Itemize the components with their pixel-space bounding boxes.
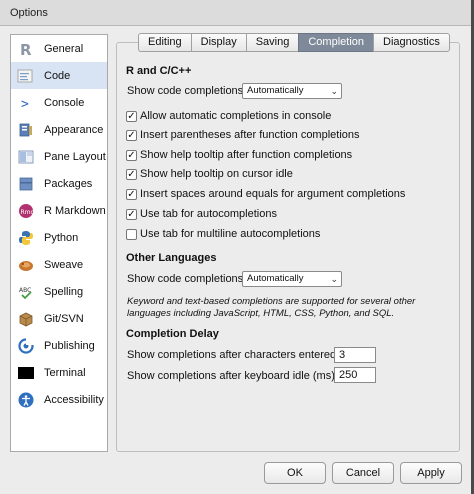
tab-completion[interactable]: Completion: [298, 33, 373, 52]
cancel-button[interactable]: Cancel: [332, 462, 394, 484]
sidebar-item-label: Publishing: [44, 339, 95, 352]
option-insert-parentheses[interactable]: ✓ Insert parentheses after function comp…: [126, 128, 360, 142]
tab-display[interactable]: Display: [190, 33, 246, 52]
tab-editing[interactable]: Editing: [138, 33, 191, 52]
sidebar-item-publishing[interactable]: Publishing: [11, 332, 107, 359]
checkbox-label: Use tab for multiline autocompletions: [140, 228, 321, 240]
keyboard-idle-label: Show completions after keyboard idle (ms…: [127, 370, 338, 382]
svg-text:Rmd: Rmd: [21, 209, 35, 216]
sidebar-item-label: Terminal: [44, 366, 86, 379]
sidebar-item-general[interactable]: R General: [11, 35, 107, 62]
chevron-down-icon: ⌄: [330, 274, 338, 284]
other-show-completions-label: Show code completions:: [127, 273, 247, 285]
spelling-icon: ABC: [17, 283, 35, 301]
svg-text:R: R: [20, 41, 32, 57]
r-logo-icon: R: [17, 40, 35, 58]
sidebar-item-accessibility[interactable]: Accessibility: [11, 386, 107, 413]
sidebar-item-pane-layout[interactable]: Pane Layout: [11, 143, 107, 170]
checkbox-label: Show help tooltip on cursor idle: [140, 168, 293, 180]
pane-layout-icon: [17, 148, 35, 166]
ok-button[interactable]: OK: [264, 462, 326, 484]
sidebar-item-label: Appearance: [44, 123, 104, 136]
svg-text:>: >: [21, 97, 29, 111]
checkbox-label: Use tab for autocompletions: [140, 208, 277, 220]
checkbox-label: Insert parentheses after function comple…: [140, 129, 360, 141]
sidebar-item-appearance[interactable]: Appearance: [11, 116, 107, 143]
sidebar-item-label: Packages: [44, 177, 93, 190]
option-tab-autocompletions[interactable]: ✓ Use tab for autocompletions: [126, 207, 277, 221]
options-window: Options R General Code > Console Appeara…: [0, 0, 472, 494]
option-allow-console-completions[interactable]: ✓ Allow automatic completions in console: [126, 109, 331, 123]
accessibility-icon: [17, 391, 35, 409]
option-help-tooltip-after-function[interactable]: ✓ Show help tooltip after function compl…: [126, 148, 352, 162]
apply-button[interactable]: Apply: [400, 462, 462, 484]
completion-panel: [116, 42, 460, 452]
option-tab-multiline[interactable]: Use tab for multiline autocompletions: [126, 227, 320, 241]
checkbox[interactable]: ✓: [126, 110, 137, 122]
checkbox-label: Show help tooltip after function complet…: [140, 149, 353, 161]
code-icon: [17, 67, 35, 85]
sidebar-item-label: Pane Layout: [44, 150, 106, 163]
checkbox[interactable]: ✓: [126, 129, 137, 141]
sidebar-item-python[interactable]: Python: [11, 224, 107, 251]
other-languages-note: Keyword and text-based completions are s…: [127, 296, 416, 319]
checkbox[interactable]: ✓: [126, 149, 137, 161]
other-languages-heading: Other Languages: [126, 252, 217, 264]
r-show-completions-label: Show code completions:: [127, 85, 247, 97]
r-show-completions-select[interactable]: Automatically ⌄: [242, 83, 342, 99]
appearance-icon: [17, 121, 35, 139]
sidebar-item-r-markdown[interactable]: Rmd R Markdown: [11, 197, 107, 224]
chars-entered-input[interactable]: 3: [334, 347, 376, 363]
option-spaces-around-equals[interactable]: ✓ Insert spaces around equals for argume…: [126, 187, 405, 201]
chevron-down-icon: ⌄: [330, 86, 338, 96]
completion-delay-heading: Completion Delay: [126, 328, 219, 340]
checkbox[interactable]: [126, 228, 137, 240]
sidebar-item-packages[interactable]: Packages: [11, 170, 107, 197]
sidebar-item-label: Python: [44, 231, 79, 244]
sidebar-item-label: R Markdown: [44, 204, 106, 217]
checkbox[interactable]: ✓: [126, 188, 137, 200]
sweave-icon: [17, 256, 35, 274]
sidebar-item-label: Code: [44, 69, 71, 82]
tab-bar: Editing Display Saving Completion Diagno…: [138, 33, 450, 52]
r-section-heading: R and C/C++: [126, 65, 192, 77]
sidebar-item-label: Git/SVN: [44, 312, 84, 325]
console-icon: >: [17, 94, 35, 112]
tab-saving[interactable]: Saving: [245, 33, 299, 52]
select-value: Automatically: [247, 273, 304, 284]
option-help-tooltip-cursor-idle[interactable]: ✓ Show help tooltip on cursor idle: [126, 167, 293, 181]
git-icon: [17, 310, 35, 328]
sidebar-item-label: Console: [44, 96, 85, 109]
sidebar-item-label: Spelling: [44, 285, 84, 298]
sidebar-item-sweave[interactable]: Sweave: [11, 251, 107, 278]
packages-icon: [17, 175, 35, 193]
checkbox[interactable]: ✓: [126, 208, 137, 220]
tab-diagnostics[interactable]: Diagnostics: [373, 33, 450, 52]
terminal-icon: [17, 364, 35, 382]
sidebar-item-console[interactable]: > Console: [11, 89, 107, 116]
chars-entered-label: Show completions after characters entere…: [127, 349, 340, 361]
publishing-icon: [17, 337, 35, 355]
checkbox[interactable]: ✓: [126, 168, 137, 180]
sidebar-item-git-svn[interactable]: Git/SVN: [11, 305, 107, 332]
sidebar-item-code[interactable]: Code: [11, 62, 107, 89]
sidebar: R General Code > Console Appearance Pane…: [10, 34, 108, 452]
select-value: Automatically: [247, 85, 304, 96]
checkbox-label: Insert spaces around equals for argument…: [140, 188, 406, 200]
python-icon: [17, 229, 35, 247]
sidebar-item-label: Sweave: [44, 258, 84, 271]
window-title: Options: [0, 0, 471, 26]
sidebar-item-label: Accessibility: [44, 393, 104, 406]
sidebar-item-spelling[interactable]: ABC Spelling: [11, 278, 107, 305]
rmarkdown-icon: Rmd: [17, 202, 35, 220]
sidebar-item-label: General: [44, 42, 84, 55]
checkbox-label: Allow automatic completions in console: [140, 110, 332, 122]
sidebar-item-terminal[interactable]: Terminal: [11, 359, 107, 386]
other-show-completions-select[interactable]: Automatically ⌄: [242, 271, 342, 287]
keyboard-idle-input[interactable]: 250: [334, 367, 376, 383]
